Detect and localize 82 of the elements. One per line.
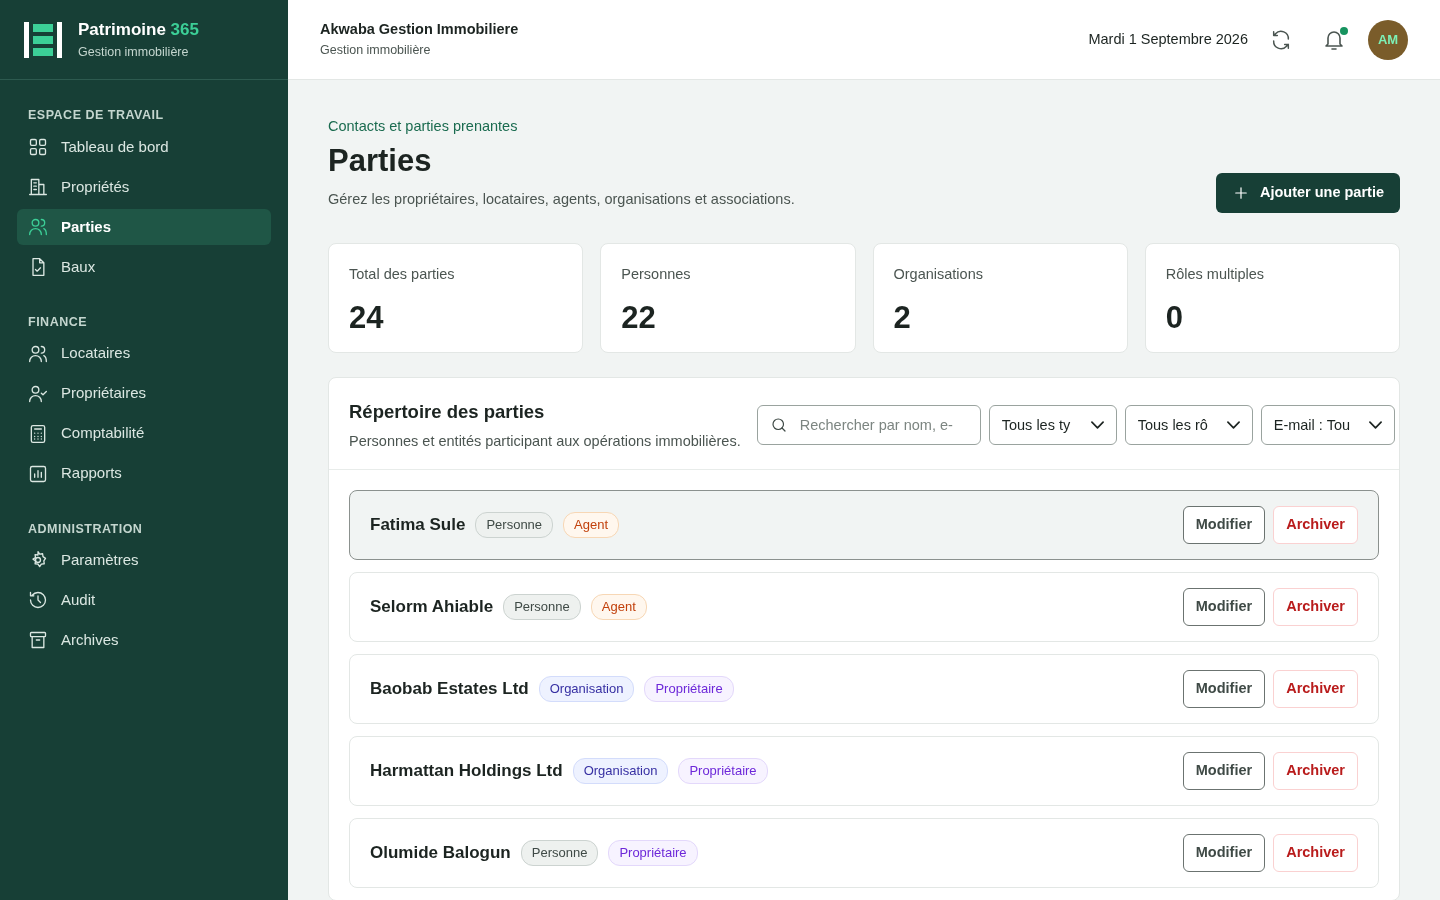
edit-button[interactable]: Modifier [1182, 670, 1266, 709]
type-tag: Personne [475, 512, 554, 538]
sidebar-item[interactable]: Tableau de bord [17, 128, 271, 165]
role-tag: Agent [563, 512, 620, 538]
directory-subtitle: Personnes et entités participant aux opérations immobilières. [349, 432, 741, 452]
directory-title: Répertoire des parties [349, 399, 546, 424]
party-row[interactable]: Selorm Ahiable Personne Agent Modifier Archiver [349, 572, 1379, 643]
grid-icon [28, 136, 48, 157]
type-tag: Personne [520, 840, 599, 866]
sidebar-item[interactable]: Parties [17, 208, 271, 245]
history-icon [28, 590, 48, 611]
sidebar-item[interactable]: Rapports [17, 455, 271, 492]
sidebar-item[interactable]: Comptabilité [17, 415, 271, 452]
stat-label: Rôles multiples [1165, 264, 1266, 284]
building-icon [28, 176, 48, 197]
stat-value: 0 [1165, 299, 1184, 338]
archive-button[interactable]: Archiver [1273, 588, 1358, 627]
sidebar-item[interactable]: Locataires [17, 335, 271, 372]
edit-button[interactable]: Modifier [1182, 506, 1266, 545]
party-row[interactable]: Harmattan Holdings Ltd Organisation Propriétaire Modifier Archiver [349, 736, 1379, 807]
sidebar-item[interactable]: Paramètres [17, 542, 271, 579]
company-subtitle: Gestion immobilière [320, 42, 432, 59]
chevron-down-icon [1368, 421, 1382, 430]
party-row[interactable]: Olumide Balogun Personne Propriétaire Modifier Archiver [349, 818, 1379, 889]
brand-subtitle: Gestion immobilière [78, 43, 190, 61]
edit-button[interactable]: Modifier [1182, 834, 1266, 873]
refresh-icon [1270, 28, 1292, 51]
archive-icon [28, 630, 48, 651]
section-heading: FINANCE [27, 313, 89, 331]
archive-button[interactable]: Archiver [1273, 506, 1358, 545]
party-name: Selorm Ahiable [370, 596, 494, 619]
filter-select[interactable]: Tous les ty [988, 405, 1117, 446]
users-icon [28, 343, 48, 364]
users-icon [28, 216, 48, 237]
edit-button[interactable]: Modifier [1182, 752, 1266, 791]
sidebar-item[interactable]: Audit [17, 582, 271, 619]
role-tag: Propriétaire [608, 840, 698, 866]
stat-value: 2 [893, 299, 912, 338]
party-name: Olumide Balogun [370, 842, 511, 865]
filter-select[interactable]: E-mail : Tou [1260, 405, 1395, 446]
add-party-button[interactable]: Ajouter une partie [1215, 172, 1400, 213]
chevron-down-icon [1226, 421, 1240, 430]
type-tag: Organisation [538, 676, 635, 702]
company-name: Akwaba Gestion Immobiliere [320, 20, 519, 40]
stat-label: Organisations [893, 264, 984, 284]
stat-value: 24 [349, 299, 385, 338]
search-field[interactable]: Rechercher par nom, e- [756, 405, 981, 446]
stat-value: 22 [621, 299, 657, 338]
sidebar-item[interactable]: Baux [17, 248, 271, 285]
filter-select[interactable]: Tous les rô [1124, 405, 1253, 446]
logo-icon [24, 21, 62, 58]
page-title: Parties [328, 141, 433, 179]
user-avatar[interactable]: AM [1368, 19, 1408, 60]
date-text: Mardi 1 Septembre 2026 [1088, 29, 1248, 49]
party-name: Baobab Estates Ltd [370, 678, 529, 701]
page-description: Gérez les propriétaires, locataires, agents, organisations et associations. [328, 189, 795, 209]
stat-label: Personnes [621, 264, 692, 284]
brand-name: Patrimoine 365 [78, 19, 199, 42]
chevron-down-icon [1090, 421, 1104, 430]
section-heading: ESPACE DE TRAVAIL [27, 107, 165, 124]
sidebar-item[interactable]: Propriétaires [17, 375, 271, 412]
archive-button[interactable]: Archiver [1273, 834, 1358, 873]
sidebar-item[interactable]: Archives [17, 622, 271, 659]
party-name: Harmattan Holdings Ltd [370, 760, 563, 783]
role-tag: Propriétaire [678, 758, 768, 784]
sidebar-item[interactable]: Propriétés [17, 168, 271, 205]
type-tag: Organisation [572, 758, 669, 784]
archive-button[interactable]: Archiver [1273, 670, 1358, 709]
bar-chart-icon [28, 463, 48, 484]
stat-label: Total des parties [349, 264, 456, 284]
party-row[interactable]: Fatima Sule Personne Agent Modifier Archiver [349, 490, 1379, 561]
role-tag: Propriétaire [644, 676, 734, 702]
section-heading: ADMINISTRATION [27, 520, 144, 538]
breadcrumb-link[interactable]: Contacts et parties prenantes [328, 116, 795, 138]
party-name: Fatima Sule [370, 514, 466, 537]
type-tag: Personne [503, 594, 581, 620]
role-tag: Agent [590, 594, 647, 620]
party-row[interactable]: Baobab Estates Ltd Organisation Propriétaire Modifier Archiver [349, 654, 1379, 725]
edit-button[interactable]: Modifier [1182, 588, 1266, 627]
user-check-icon [28, 383, 48, 404]
archive-button[interactable]: Archiver [1273, 752, 1358, 791]
calculator-icon [28, 423, 48, 444]
